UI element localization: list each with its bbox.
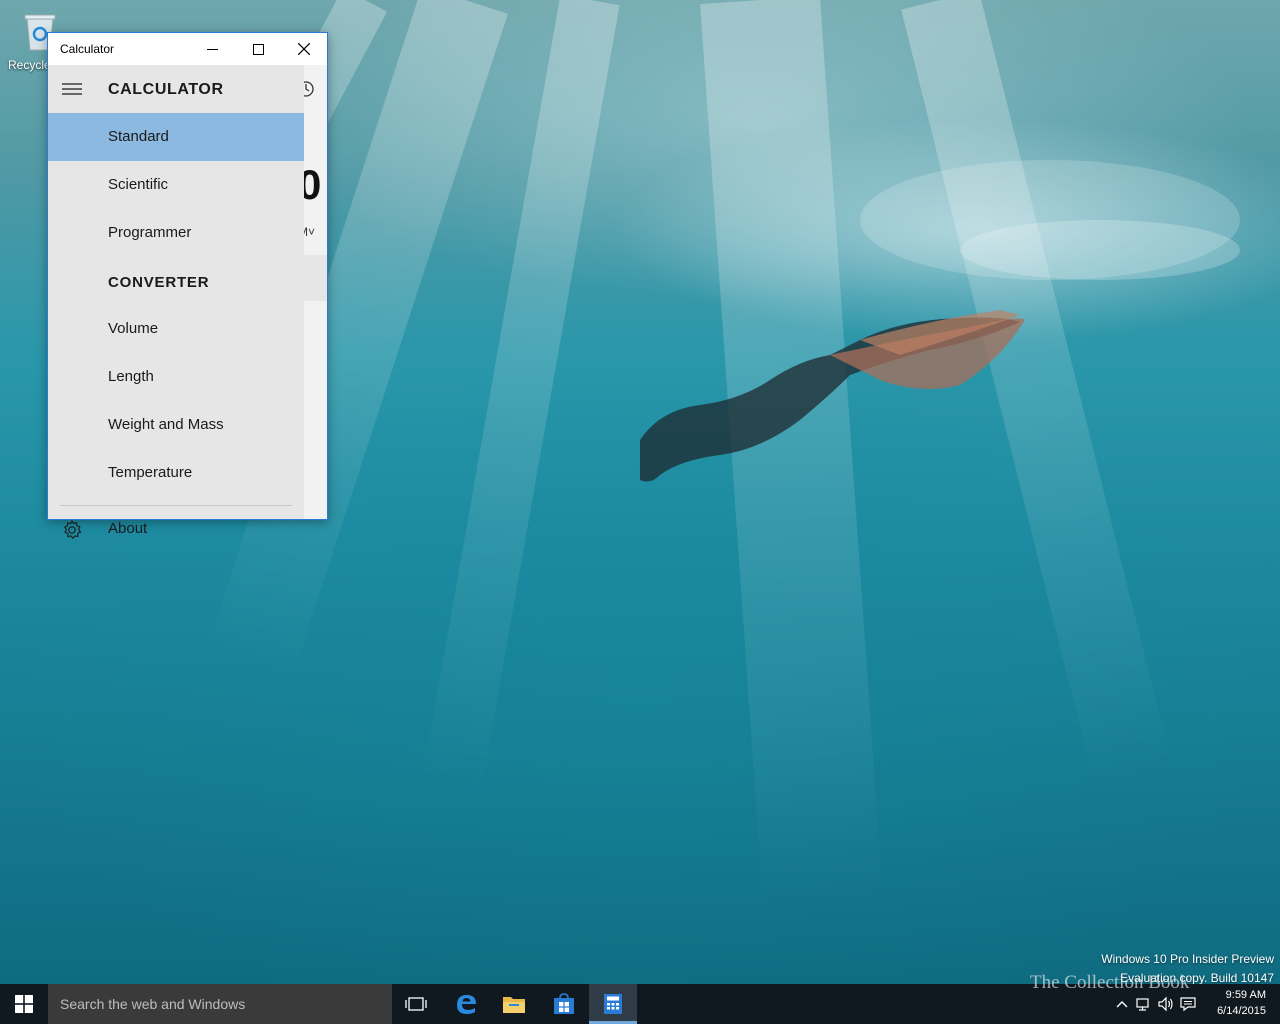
title-bar[interactable]: Calculator xyxy=(48,33,327,65)
swimmer-silhouette xyxy=(640,310,1025,482)
maximize-icon xyxy=(252,43,264,55)
memory-band xyxy=(304,255,327,301)
nav-item-label: Length xyxy=(108,368,154,385)
nav-title: CALCULATOR xyxy=(108,81,224,98)
nav-item-label: Scientific xyxy=(108,176,169,193)
nav-item-about[interactable]: About xyxy=(48,506,304,554)
nav-item-volume[interactable]: Volume xyxy=(48,305,304,353)
calculator-icon xyxy=(604,994,622,1014)
gear-icon xyxy=(64,520,82,539)
chevron-up-icon[interactable] xyxy=(1114,996,1130,1012)
nav-item-label: Weight and Mass xyxy=(108,416,224,433)
action-center-icon[interactable] xyxy=(1180,996,1196,1012)
volume-icon[interactable] xyxy=(1158,996,1174,1012)
store-icon xyxy=(554,993,574,1014)
nav-item-standard[interactable]: Standard xyxy=(48,113,304,161)
watermark-line-1: Windows 10 Pro Insider Preview xyxy=(1101,952,1274,966)
nav-header: CALCULATOR xyxy=(48,65,304,113)
close-button[interactable] xyxy=(281,33,327,65)
task-view-button[interactable] xyxy=(392,984,440,1024)
nav-item-label: Volume xyxy=(108,320,159,337)
maximize-button[interactable] xyxy=(235,33,281,65)
surface-glare xyxy=(960,220,1240,280)
navigation-scroll-area[interactable]: CALCULATOR Standard Scientific Programme… xyxy=(48,65,304,506)
nav-item-label: Standard xyxy=(108,128,169,145)
nav-item-scientific[interactable]: Scientific xyxy=(48,161,304,209)
hamburger-menu-icon[interactable] xyxy=(62,81,82,97)
clock-time: 9:59 AM xyxy=(1225,989,1266,1001)
nav-item-temperature[interactable]: Temperature xyxy=(48,449,304,497)
network-icon[interactable] xyxy=(1136,996,1152,1012)
search-placeholder: Search the web and Windows xyxy=(60,996,246,1012)
nav-item-weight-and-mass[interactable]: Weight and Mass xyxy=(48,401,304,449)
calculator-window[interactable]: Calculator 0 M˅ CALCULATOR Standard Scie… xyxy=(47,32,328,539)
nav-item-label: Temperature xyxy=(108,464,193,481)
window-title: Calculator xyxy=(60,42,115,56)
calculator-taskbar-button[interactable] xyxy=(589,984,637,1024)
clock-date: 6/14/2015 xyxy=(1217,1005,1266,1017)
start-button[interactable] xyxy=(0,984,48,1024)
task-view-icon xyxy=(405,997,427,1011)
search-box[interactable]: Search the web and Windows xyxy=(48,984,392,1024)
nav-item-length[interactable]: Length xyxy=(48,353,304,401)
nav-item-programmer[interactable]: Programmer xyxy=(48,209,304,257)
nav-item-label: Programmer xyxy=(108,224,192,241)
clock[interactable]: 9:59 AM 6/14/2015 xyxy=(1217,987,1266,1019)
navigation-pane[interactable]: CALCULATOR Standard Scientific Programme… xyxy=(48,65,304,539)
converter-section-title: CONVERTER xyxy=(108,274,210,291)
windows-logo-icon xyxy=(15,995,33,1013)
minimize-button[interactable] xyxy=(189,33,235,65)
close-icon xyxy=(298,43,310,55)
edge-icon xyxy=(457,995,476,1014)
folder-icon xyxy=(503,997,525,1013)
about-label: About xyxy=(108,520,148,537)
store-button[interactable] xyxy=(540,984,588,1024)
minimize-icon xyxy=(206,48,218,50)
brand-watermark: The Collection Book xyxy=(1030,972,1190,993)
edge-browser-button[interactable] xyxy=(442,984,490,1024)
file-explorer-button[interactable] xyxy=(490,984,538,1024)
recycle-bin-label: Recycle xyxy=(8,58,51,72)
